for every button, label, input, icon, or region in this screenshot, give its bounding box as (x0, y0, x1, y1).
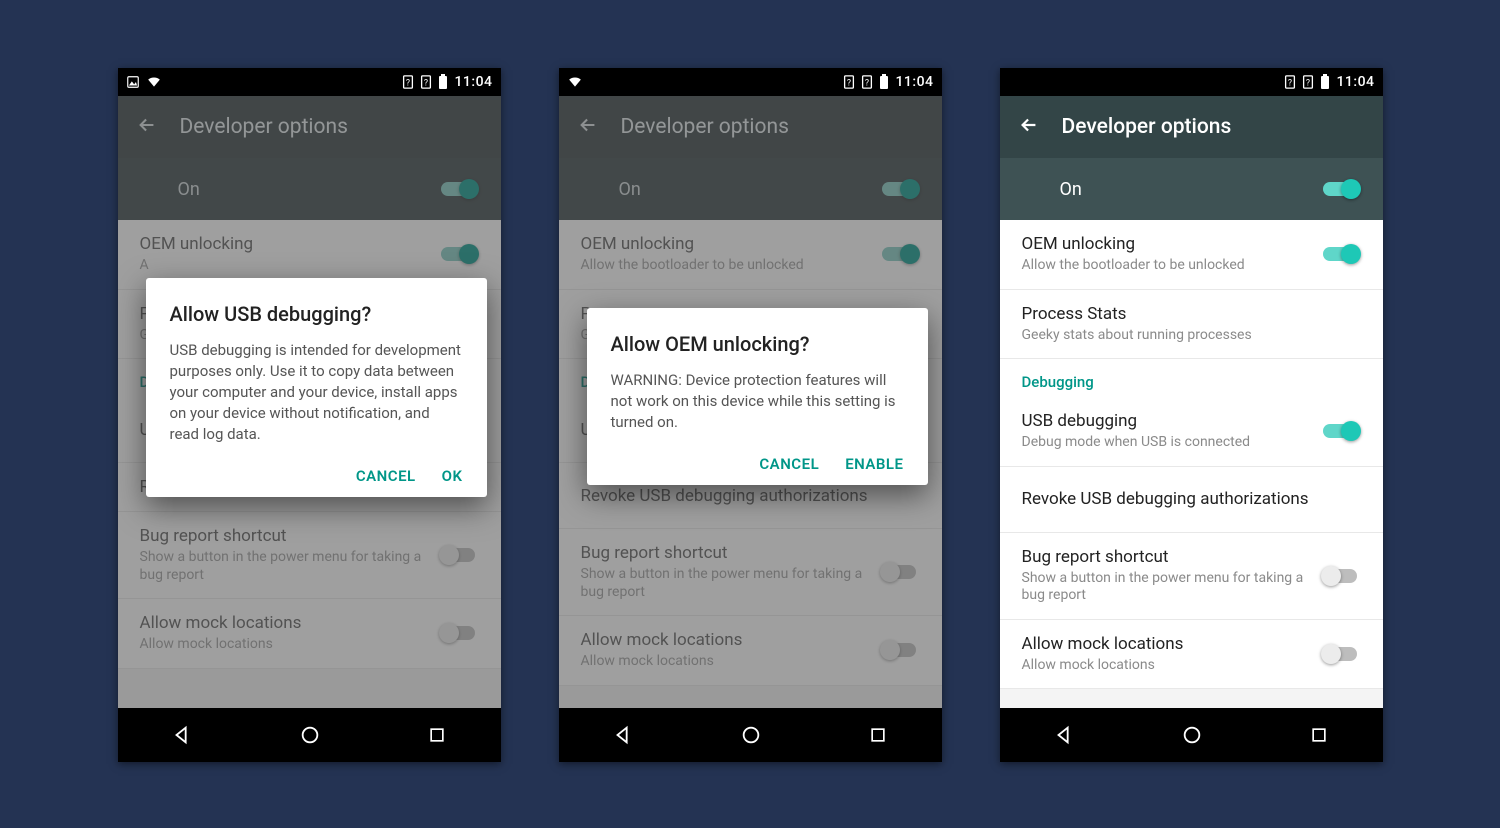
wifi-icon (146, 75, 162, 89)
nav-home-icon[interactable] (1181, 724, 1203, 746)
ok-button[interactable]: OK (442, 467, 463, 485)
app-bar: Developer options (1000, 96, 1383, 158)
item-title: USB debugging (1022, 411, 1311, 431)
item-subtitle: Allow mock locations (1022, 657, 1311, 675)
appbar-title: Developer options (1062, 115, 1232, 139)
card-icon: ? (402, 75, 414, 89)
dialog-body: WARNING: Device protection features will… (611, 370, 904, 433)
nav-back-icon[interactable] (171, 724, 193, 746)
status-bar: ? ? 11:04 (118, 68, 501, 96)
item-subtitle: Geeky stats about running processes (1022, 327, 1351, 345)
usb-toggle[interactable] (1321, 419, 1361, 443)
item-subtitle: Debug mode when USB is connected (1022, 434, 1311, 452)
item-title: Allow mock locations (1022, 634, 1311, 654)
bug-report-item[interactable]: Bug report shortcut Show a button in the… (1000, 533, 1383, 620)
item-title: Process Stats (1022, 304, 1351, 324)
status-time: 11:04 (1336, 74, 1374, 90)
oem-unlocking-dialog: Allow OEM unlocking? WARNING: Device pro… (587, 308, 928, 485)
settings-list: OEM unlocking Allow the bootloader to be… (1000, 220, 1383, 708)
navigation-bar (118, 708, 501, 762)
cancel-button[interactable]: CANCEL (759, 455, 819, 473)
mock-toggle[interactable] (1321, 642, 1361, 666)
usb-debugging-dialog: Allow USB debugging? USB debugging is in… (146, 278, 487, 497)
enable-button[interactable]: ENABLE (845, 455, 903, 473)
nav-recent-icon[interactable] (868, 725, 888, 745)
navigation-bar (559, 708, 942, 762)
bugreport-toggle[interactable] (1321, 564, 1361, 588)
battery-icon (1320, 74, 1330, 90)
status-time: 11:04 (454, 74, 492, 90)
oem-unlocking-item[interactable]: OEM unlocking Allow the bootloader to be… (1000, 220, 1383, 290)
card-icon: ? (843, 75, 855, 89)
debugging-section-header: Debugging (1000, 359, 1383, 397)
phone-screen-1: ? ? 11:04 Developer options On OEM unloc… (118, 68, 501, 762)
wifi-icon (567, 75, 583, 89)
card-icon: ? (861, 75, 873, 89)
process-stats-item[interactable]: Process Stats Geeky stats about running … (1000, 290, 1383, 360)
dialog-body: USB debugging is intended for developmen… (170, 340, 463, 445)
card-icon: ? (420, 75, 432, 89)
battery-icon (438, 74, 448, 90)
revoke-item[interactable]: Revoke USB debugging authorizations (1000, 467, 1383, 533)
nav-recent-icon[interactable] (1309, 725, 1329, 745)
item-title: Bug report shortcut (1022, 547, 1311, 567)
item-subtitle: Show a button in the power menu for taki… (1022, 570, 1311, 605)
nav-home-icon[interactable] (740, 724, 762, 746)
navigation-bar (1000, 708, 1383, 762)
image-icon (126, 75, 140, 89)
mock-locations-item[interactable]: Allow mock locations Allow mock location… (1000, 620, 1383, 690)
svg-text:?: ? (1288, 79, 1292, 89)
dialog-title: Allow OEM unlocking? (611, 332, 904, 356)
cancel-button[interactable]: CANCEL (356, 467, 416, 485)
master-toggle-label: On (1060, 179, 1082, 200)
svg-text:?: ? (847, 79, 851, 89)
oem-toggle[interactable] (1321, 242, 1361, 266)
nav-home-icon[interactable] (299, 724, 321, 746)
dialog-title: Allow USB debugging? (170, 302, 463, 326)
usb-debugging-item[interactable]: USB debugging Debug mode when USB is con… (1000, 397, 1383, 467)
status-bar: ? ? 11:04 (559, 68, 942, 96)
svg-text:?: ? (865, 79, 869, 89)
status-time: 11:04 (895, 74, 933, 90)
nav-recent-icon[interactable] (427, 725, 447, 745)
master-toggle-row[interactable]: On (1000, 158, 1383, 220)
master-toggle[interactable] (1321, 177, 1361, 201)
battery-icon (879, 74, 889, 90)
card-icon: ? (1302, 75, 1314, 89)
item-title: OEM unlocking (1022, 234, 1311, 254)
svg-text:?: ? (406, 79, 410, 89)
nav-back-icon[interactable] (612, 724, 634, 746)
nav-back-icon[interactable] (1053, 724, 1075, 746)
status-bar: ? ? 11:04 (1000, 68, 1383, 96)
svg-text:?: ? (1306, 79, 1310, 89)
item-title: Revoke USB debugging authorizations (1022, 489, 1351, 509)
phone-screen-3: ? ? 11:04 Developer options On OEM unloc… (1000, 68, 1383, 762)
item-subtitle: Allow the bootloader to be unlocked (1022, 257, 1311, 275)
phone-screen-2: ? ? 11:04 Developer options On OEM unloc… (559, 68, 942, 762)
svg-text:?: ? (424, 79, 428, 89)
card-icon: ? (1284, 75, 1296, 89)
back-icon[interactable] (1018, 114, 1040, 140)
